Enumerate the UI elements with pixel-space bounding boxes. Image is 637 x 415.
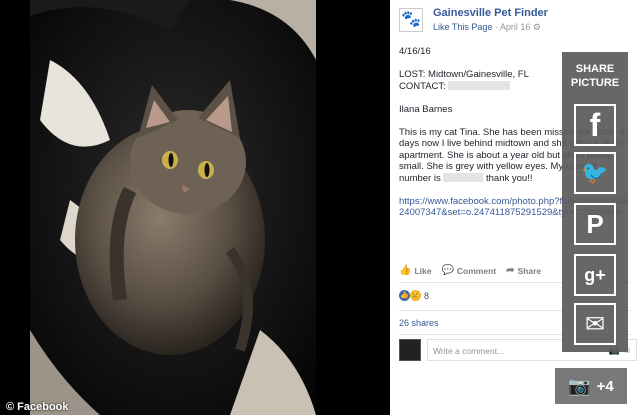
share-label: Share	[517, 265, 542, 276]
paw-icon: 🐾	[401, 11, 421, 28]
share-button[interactable]: ➦ Share	[506, 265, 541, 276]
thumbs-up-icon: 👍	[399, 265, 412, 276]
twitter-icon: 🐦	[581, 160, 609, 185]
page-avatar[interactable]: 🐾	[399, 8, 423, 32]
post-meta: Like This Page · April 16 ⚙	[433, 20, 548, 34]
cat-photo[interactable]	[30, 0, 316, 415]
like-label: Like	[414, 265, 432, 276]
meta-separator: ·	[492, 22, 500, 32]
email-share-button[interactable]: ✉	[574, 303, 616, 345]
reactions-summary[interactable]: 👍 😢 8	[399, 290, 429, 301]
contact-label: CONTACT:	[399, 80, 446, 92]
reaction-count: 8	[424, 290, 430, 301]
facebook-share-button[interactable]: f	[574, 104, 616, 146]
redacted-contact	[448, 80, 511, 90]
like-button[interactable]: 👍 Like	[399, 265, 431, 276]
camera-icon: 📷	[568, 375, 591, 396]
post-actions: 👍 Like 💬 Comment ➦ Share	[399, 265, 541, 276]
share-title: SHARE PICTURE	[570, 63, 620, 89]
comment-button[interactable]: 💬 Comment	[441, 265, 496, 276]
google-plus-icon: g+	[584, 264, 606, 285]
comment-placeholder: Write a comment...	[433, 346, 505, 356]
redacted-phone	[443, 172, 484, 182]
commenter-avatar	[399, 339, 421, 361]
more-photos-button[interactable]: 📷 +4	[555, 368, 627, 404]
more-photos-count: +4	[596, 377, 614, 395]
page-name[interactable]: Gainesville Pet Finder	[433, 6, 548, 20]
photo-credit: © Facebook	[6, 401, 69, 413]
shares-count[interactable]: 26 shares	[399, 318, 439, 328]
audience-icon: ⚙	[532, 22, 541, 32]
like-page-link[interactable]: Like This Page	[433, 22, 492, 32]
sad-reaction-icon: 😢	[410, 290, 421, 301]
facebook-icon: f	[589, 106, 601, 143]
twitter-share-button[interactable]: 🐦	[574, 152, 616, 194]
pinterest-share-button[interactable]: P	[574, 203, 616, 245]
photo-panel: © Facebook	[0, 0, 390, 415]
google-plus-share-button[interactable]: g+	[574, 254, 616, 296]
story-thanks: thank you!!	[486, 172, 533, 184]
comment-label: Comment	[456, 265, 497, 276]
pinterest-icon: P	[586, 208, 604, 239]
comment-icon: 💬	[441, 265, 454, 276]
email-icon: ✉	[584, 310, 606, 338]
share-arrow-icon: ➦	[506, 265, 515, 276]
like-reaction-icon: 👍	[399, 290, 410, 301]
post-header: 🐾 Gainesville Pet Finder Like This Page …	[399, 6, 548, 34]
share-panel: SHARE PICTURE f 🐦 P g+ ✉	[562, 52, 628, 352]
post-date[interactable]: April 16	[500, 22, 531, 32]
